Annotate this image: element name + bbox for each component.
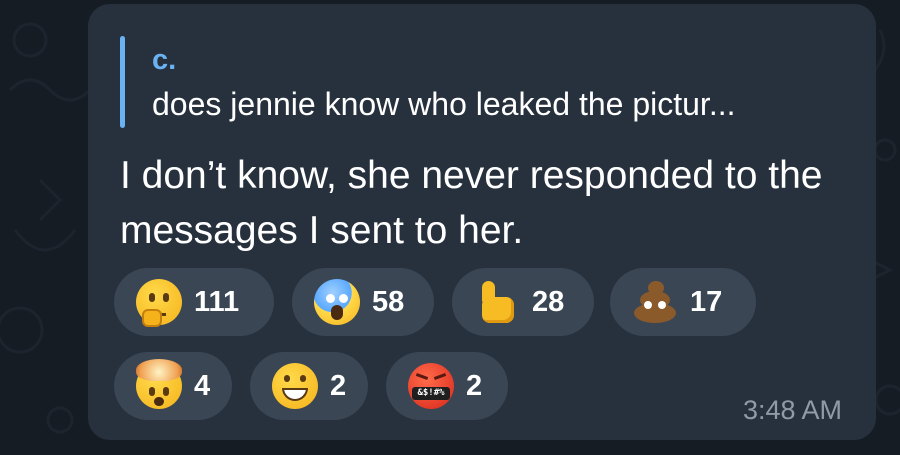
reply-preview-text: does jennie know who leaked the pictur..… — [152, 86, 736, 122]
reaction-count: 17 — [690, 285, 723, 318]
grinning-face-icon — [272, 363, 318, 409]
reaction-grinning[interactable]: 2 — [250, 352, 368, 420]
reaction-count: 111 — [194, 285, 240, 318]
reaction-scream[interactable]: 58 — [292, 268, 434, 336]
reply-quote[interactable]: c. does jennie know who leaked the pictu… — [120, 32, 850, 132]
reply-accent-bar — [120, 36, 125, 128]
exploding-head-icon — [136, 359, 182, 409]
reaction-count: 4 — [194, 369, 211, 402]
reaction-exploding-head[interactable]: 4 — [114, 352, 232, 420]
face-screaming-in-fear-icon — [314, 279, 360, 325]
reaction-cursing[interactable]: &$!#% 2 — [386, 352, 508, 420]
reaction-count: 28 — [532, 285, 565, 318]
message-bubble[interactable]: c. does jennie know who leaked the pictu… — [88, 4, 876, 440]
face-with-symbols-on-mouth-icon: &$!#% — [408, 363, 454, 409]
message-timestamp: 3:48 AM — [742, 395, 842, 425]
reaction-count: 58 — [372, 285, 405, 318]
pile-of-poo-icon — [632, 279, 678, 325]
cursing-symbols: &$!#% — [412, 387, 450, 400]
reaction-thumbs-up[interactable]: 28 — [452, 268, 594, 336]
message-text: I don’t know, she never responded to the… — [120, 154, 823, 252]
thinking-face-icon — [136, 279, 182, 327]
reaction-count: 2 — [466, 369, 483, 402]
reply-author: c. — [152, 44, 177, 76]
reaction-count: 2 — [330, 369, 347, 402]
reaction-poo[interactable]: 17 — [610, 268, 756, 336]
thumbs-up-icon — [474, 279, 520, 325]
reaction-thinking[interactable]: 111 — [114, 268, 274, 336]
